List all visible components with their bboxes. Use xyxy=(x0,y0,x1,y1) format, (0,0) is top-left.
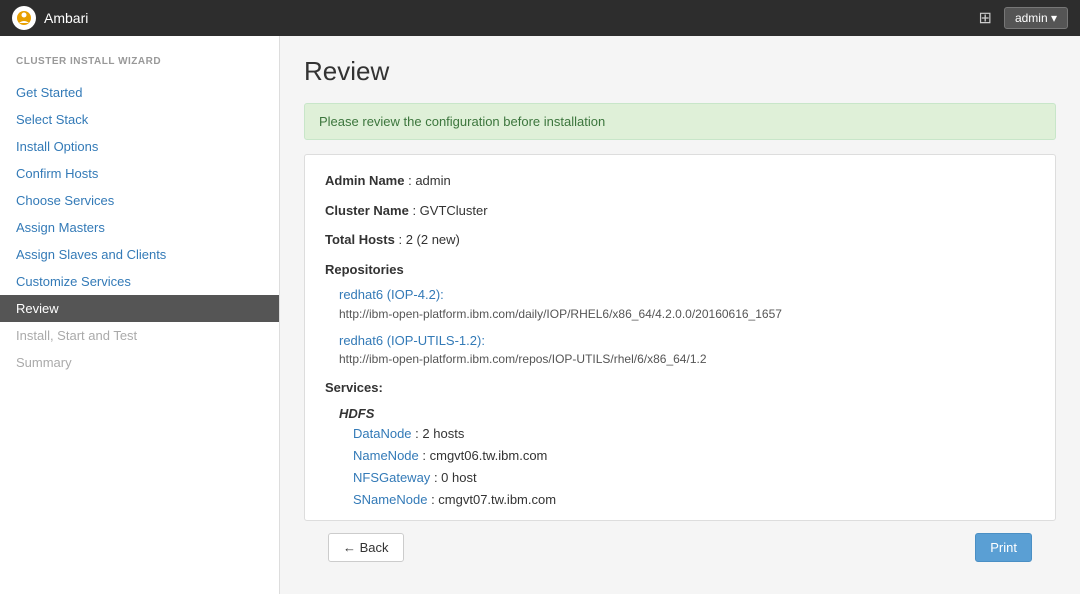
service-item-namenode: NameNode : cmgvt06.tw.ibm.com xyxy=(353,445,1035,467)
page-title: Review xyxy=(304,56,1056,87)
service-group-hdfs: HDFS DataNode : 2 hosts NameNode : cmgvt… xyxy=(325,404,1035,512)
repo-0: redhat6 (IOP-4.2): http://ibm-open-platf… xyxy=(339,285,1035,323)
admin-name-label: Admin Name xyxy=(325,173,404,188)
apps-icon[interactable]: ⊞ xyxy=(979,8,992,28)
navbar-right: ⊞ admin ▾ xyxy=(979,7,1068,29)
repo-1-name[interactable]: redhat6 (IOP-UTILS-1.2): xyxy=(339,333,485,348)
cluster-name-value: GVTCluster xyxy=(420,203,488,218)
services-section: Services: HDFS DataNode : 2 hosts NameNo… xyxy=(325,378,1035,520)
navbar-logo xyxy=(12,6,36,30)
admin-name-value: admin xyxy=(415,173,450,188)
datanode-label: DataNode xyxy=(353,426,412,441)
sidebar-item-install-options[interactable]: Install Options xyxy=(0,133,279,160)
namenode-colon: : xyxy=(422,448,429,463)
navbar-title: Ambari xyxy=(44,10,88,26)
snamenode-value: cmgvt07.tw.ibm.com xyxy=(438,492,556,507)
namenode-value: cmgvt06.tw.ibm.com xyxy=(430,448,548,463)
service-item-datanode: DataNode : 2 hosts xyxy=(353,423,1035,445)
sidebar-item-summary: Summary xyxy=(0,349,279,376)
navbar-brand: Ambari xyxy=(12,6,88,30)
nfsgateway-label: NFSGateway xyxy=(353,470,430,485)
sidebar-item-assign-slaves[interactable]: Assign Slaves and Clients xyxy=(0,241,279,268)
namenode-label: NameNode xyxy=(353,448,419,463)
cluster-name-colon: : xyxy=(412,203,419,218)
sidebar-item-install-start-test: Install, Start and Test xyxy=(0,322,279,349)
main-layout: CLUSTER INSTALL WIZARD Get Started Selec… xyxy=(0,36,1080,594)
repo-0-url: http://ibm-open-platform.ibm.com/daily/I… xyxy=(339,305,1035,323)
repositories-label: Repositories xyxy=(325,260,1035,280)
admin-button[interactable]: admin ▾ xyxy=(1004,7,1068,29)
services-label: Services: xyxy=(325,378,1035,398)
review-scroll-area[interactable]: Admin Name : admin Cluster Name : GVTClu… xyxy=(305,155,1055,520)
snamenode-label: SNameNode xyxy=(353,492,427,507)
info-message: Please review the configuration before i… xyxy=(304,103,1056,140)
sidebar-item-choose-services[interactable]: Choose Services xyxy=(0,187,279,214)
sidebar-item-get-started[interactable]: Get Started xyxy=(0,79,279,106)
navbar: Ambari ⊞ admin ▾ xyxy=(0,0,1080,36)
repositories-section: Repositories redhat6 (IOP-4.2): http://i… xyxy=(325,260,1035,369)
print-button[interactable]: Print xyxy=(975,533,1032,562)
nfsgateway-value: 0 host xyxy=(441,470,476,485)
sidebar-section-title: CLUSTER INSTALL WIZARD xyxy=(0,56,279,79)
sidebar-item-confirm-hosts[interactable]: Confirm Hosts xyxy=(0,160,279,187)
service-item-nfsgateway: NFSGateway : 0 host xyxy=(353,467,1035,489)
total-hosts-label: Total Hosts xyxy=(325,232,395,247)
sidebar-item-review[interactable]: Review xyxy=(0,295,279,322)
service-item-snamenode: SNameNode : cmgvt07.tw.ibm.com xyxy=(353,489,1035,511)
repo-0-name[interactable]: redhat6 (IOP-4.2): xyxy=(339,287,444,302)
sidebar: CLUSTER INSTALL WIZARD Get Started Selec… xyxy=(0,36,280,594)
cluster-name-row: Cluster Name : GVTCluster xyxy=(325,201,1035,221)
footer-bar: ← Back Print xyxy=(304,521,1056,574)
sidebar-item-select-stack[interactable]: Select Stack xyxy=(0,106,279,133)
total-hosts-value: 2 (2 new) xyxy=(406,232,460,247)
total-hosts-colon: : xyxy=(398,232,405,247)
cluster-name-label: Cluster Name xyxy=(325,203,409,218)
service-group-hdfs-name: HDFS xyxy=(339,404,1035,424)
sidebar-item-customize-services[interactable]: Customize Services xyxy=(0,268,279,295)
service-group-yarn: YARN + MapReduce2 App Timeline Server : … xyxy=(325,517,1035,520)
admin-name-row: Admin Name : admin xyxy=(325,171,1035,191)
review-panel: Admin Name : admin Cluster Name : GVTClu… xyxy=(304,154,1056,521)
datanode-value: 2 hosts xyxy=(422,426,464,441)
repo-1-url: http://ibm-open-platform.ibm.com/repos/I… xyxy=(339,350,1035,368)
service-group-yarn-name: YARN + MapReduce2 xyxy=(339,517,1035,520)
total-hosts-row: Total Hosts : 2 (2 new) xyxy=(325,230,1035,250)
repo-1: redhat6 (IOP-UTILS-1.2): http://ibm-open… xyxy=(339,331,1035,369)
content-area: Review Please review the configuration b… xyxy=(280,36,1080,594)
sidebar-item-assign-masters[interactable]: Assign Masters xyxy=(0,214,279,241)
back-button[interactable]: ← Back xyxy=(328,533,404,562)
